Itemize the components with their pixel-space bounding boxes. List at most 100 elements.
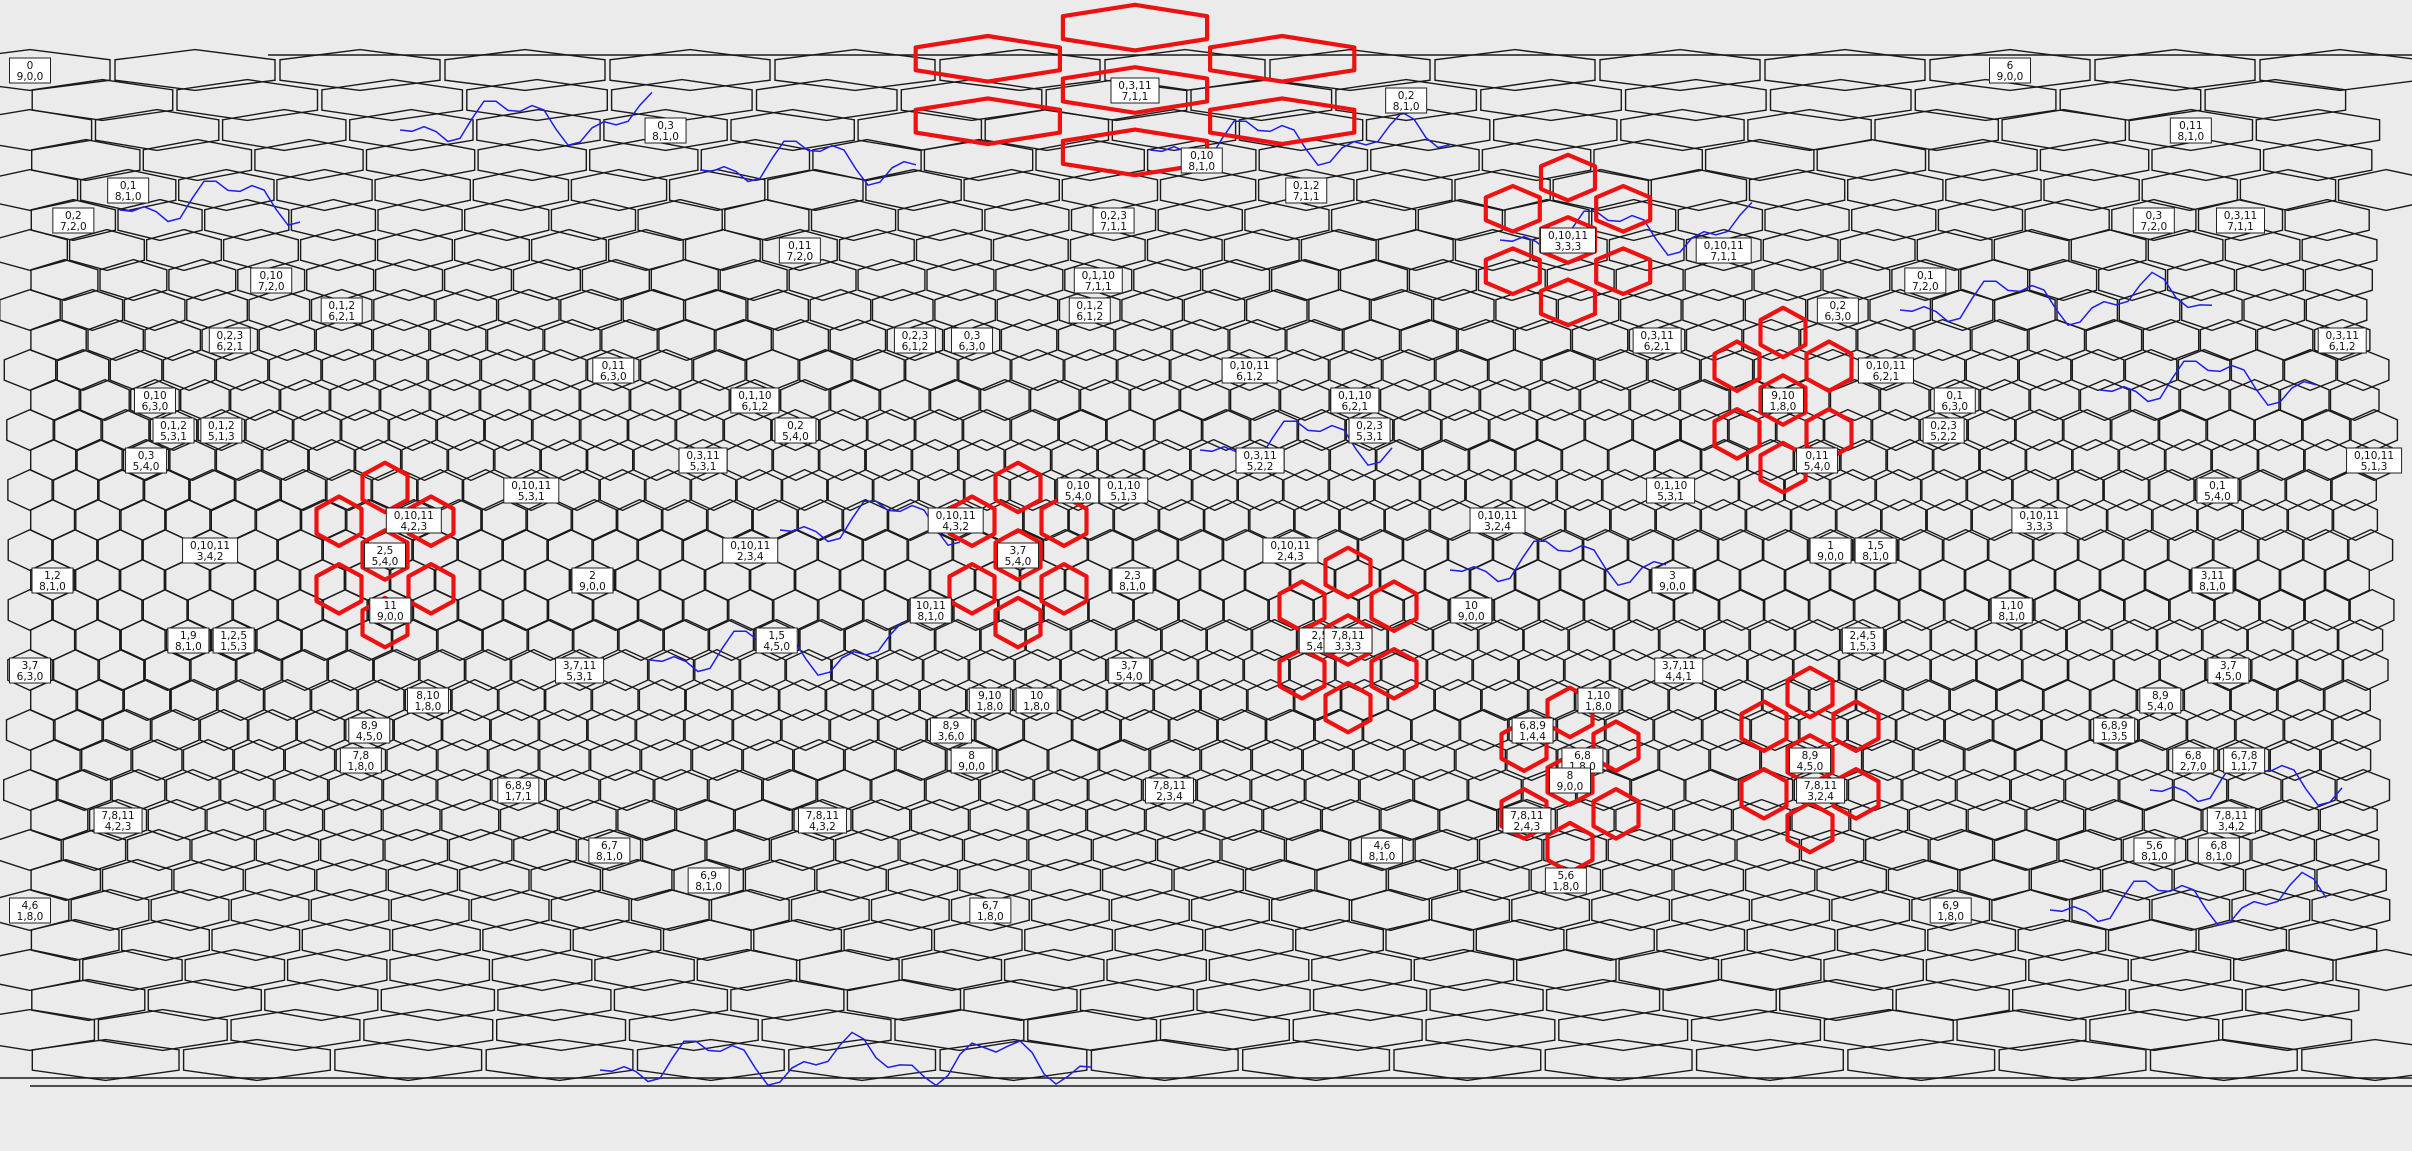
hex-cell [1300, 228, 1377, 272]
hex-cell [1695, 1038, 1844, 1082]
hex-cell [827, 468, 874, 512]
hex-cell [996, 288, 1059, 332]
cell-subcoords: 4,3,2 [942, 521, 969, 533]
hex-cell [315, 318, 373, 362]
hex-cell [696, 948, 798, 992]
cell-label: 6,98,1,0 [687, 867, 730, 894]
hex-cell [2202, 618, 2248, 662]
cell-subcoords: 1,3,5 [2101, 731, 2128, 743]
cell-subcoords: 6,1,2 [1236, 371, 1263, 383]
hex-cell [2319, 798, 2378, 842]
cell-subcoords: 6,3,0 [142, 401, 169, 413]
hex-cell [1133, 588, 1179, 632]
hex-cell [1516, 948, 1617, 992]
hex-cell [131, 738, 183, 782]
cell-label: 1,2,51,5,3 [212, 627, 255, 654]
hex-cell [1043, 588, 1089, 632]
cell-subcoords: 7,1,1 [2227, 221, 2254, 233]
hex-cell [755, 78, 898, 122]
hex-cell [885, 558, 930, 602]
hex-cell [1155, 558, 1200, 602]
hex-cell [2012, 978, 2127, 1022]
hex-cell [1610, 648, 1656, 692]
hex-cell [2244, 858, 2316, 902]
hex-cell [1262, 798, 1322, 842]
cell-subcoords: 9,0,0 [579, 581, 606, 593]
cell-subcoords: 9,0,0 [1659, 581, 1686, 593]
hex-cell [550, 198, 637, 242]
cell-subcoords: 8,1,0 [1369, 851, 1396, 863]
hex-cell [117, 198, 203, 242]
hex-cell [1481, 138, 1592, 182]
hex-cell [374, 168, 471, 212]
highlighted-cell [1369, 647, 1419, 701]
cell-subcoords: 8,1,0 [1119, 581, 1146, 593]
cell-subcoords: 5,3,1 [1657, 491, 1684, 503]
hex-cell [1544, 1038, 1693, 1082]
cell-label: 0,2,36,1,2 [893, 327, 936, 354]
hex-cell [2107, 918, 2197, 962]
cell-label: 09,0,0 [9, 57, 51, 84]
hex-cell [1913, 738, 1965, 782]
cell-label: 0,1,105,3,1 [1646, 477, 1696, 504]
cell-label: 0,2,37,1,1 [1092, 207, 1135, 234]
cell-label: 0,27,2,0 [52, 207, 95, 234]
hex-cell [255, 558, 300, 602]
hex-cell [513, 828, 577, 872]
highlighted-cell [314, 562, 364, 616]
hex-cell [1028, 798, 1087, 842]
hex-cell [99, 258, 168, 302]
hex-cell [1673, 858, 1745, 902]
highlight-center-label: 0,3,117,1,1 [1110, 77, 1160, 104]
cell-subcoords: 8,1,0 [2141, 851, 2168, 863]
hex-cell [1387, 858, 1459, 902]
cell-label: 89,0,0 [950, 747, 993, 774]
cell-subcoords: 9,0,0 [17, 71, 44, 83]
cell-label: 0,10,117,1,1 [1695, 237, 1752, 264]
hex-cell [2138, 708, 2187, 752]
hex-cell [1656, 918, 1746, 962]
highlighted-cell [1594, 183, 1653, 234]
cell-subcoords: 9,0,0 [958, 761, 985, 773]
cell-label: 2,4,51,5,3 [1841, 627, 1884, 654]
cell-label: 4,68,1,0 [1360, 837, 1403, 864]
cell-label: 0,117,2,0 [778, 237, 821, 264]
hex-cell [2152, 498, 2198, 542]
hex-cell [120, 558, 165, 602]
hex-cell [654, 768, 709, 812]
cell-label: 0,10,112,4,3 [1262, 537, 1319, 564]
hex-cell [2287, 498, 2333, 542]
cell-label: 6,8,91,7,1 [497, 777, 540, 804]
cell-subcoords: 8,1,0 [1188, 161, 1215, 173]
hex-cell [901, 948, 1003, 992]
cell-label: 0,3,116,1,2 [2317, 327, 2367, 354]
cell-label: 0,107,2,0 [250, 267, 293, 294]
cell-label: 0,10,115,1,3 [2346, 447, 2403, 474]
hex-grid-map: 09,0,0 69,0,0 0,28,1,0 0,38,1,0 0,118,1,0 0,1… [0, 2, 2412, 1087]
hex-cell [1060, 678, 1107, 722]
cell-label: 0,18,1,0 [107, 177, 150, 204]
cell-label: 7,8,112,4,3 [1502, 807, 1552, 834]
hex-cell [150, 888, 230, 932]
cell-label: 0,37,2,0 [2132, 207, 2175, 234]
cell-label: 7,8,114,3,2 [797, 807, 847, 834]
hex-cell [1011, 348, 1064, 392]
cell-label: 0,105,4,0 [1057, 477, 1100, 504]
hex-cell [1190, 438, 1237, 482]
hex-cell [1455, 738, 1506, 782]
cell-subcoords: 2,4,3 [1277, 551, 1304, 563]
cell-subcoords: 2,4,3 [1514, 821, 1541, 833]
hex-cell [1330, 198, 1417, 242]
highlighted-cell [1323, 680, 1373, 735]
hex-cell [1250, 408, 1298, 452]
hex-cell [1618, 948, 1720, 992]
hex-cell [1700, 498, 1746, 542]
cell-subcoords: 8,1,0 [1862, 551, 1889, 563]
highlighted-cell [314, 494, 364, 548]
hex-cell [1079, 378, 1130, 422]
hex-cell [1763, 528, 1809, 572]
hex-cell [111, 768, 166, 812]
hex-cell [199, 708, 249, 752]
cell-subcoords: 3,4,2 [2218, 821, 2245, 833]
hex-cell [510, 648, 557, 692]
